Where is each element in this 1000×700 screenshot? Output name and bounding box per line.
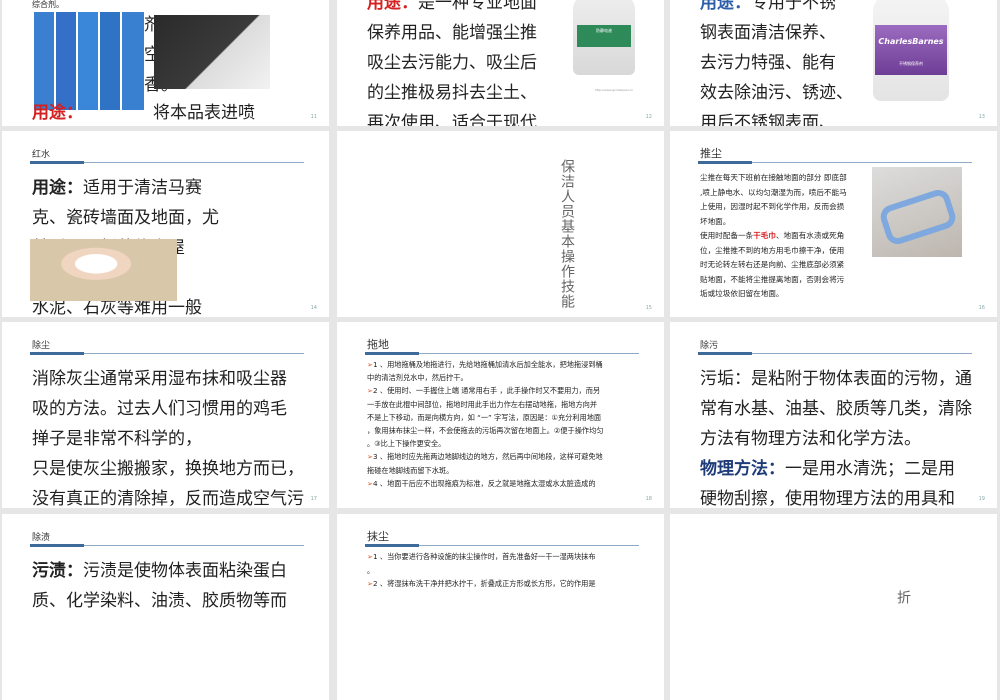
slide-thumbnail-14[interactable]: 红水 用途：适用于清洁马赛 克、瓷砖墙面及地面，尤其适用于新装修房屋清洁残留在地… <box>2 131 329 317</box>
dust-mop-solution-bottle-image: 防静电液 <box>573 0 635 75</box>
slide-text: 消除灰尘通常采用湿布抹和吸尘器 吸的方法。过去人们习惯用的鸡毛 掸子是非常不科学的，… <box>32 369 304 508</box>
slide-thumbnail-13[interactable]: 用途：专用于不锈 钢表面清洁保养、 去污力特强、能有 效去除油污、锈迹、 用后不锈钢表… <box>670 0 997 126</box>
slide-title: 拖地 <box>367 338 389 351</box>
slide-thumbnail-16[interactable]: 推尘 尘推在每天下班前在接触地面的部分 即底部 ,喷上静电水、以均匀潮湿为而，喷后… <box>670 131 997 317</box>
slide-title: 除尘 <box>32 341 51 351</box>
slide-number: 14 <box>310 305 317 311</box>
slide-text: 污渍：污渍是使物体表面粘染蛋白 质、化学染料、油渍、胶质物等而 <box>32 561 287 611</box>
title-underline <box>698 161 972 164</box>
list-line: ➢4 、地面干后应不出现拖痕为标准，反之就是地拖太湿或水太脏造成的 <box>367 478 596 488</box>
slide-thumbnail-12[interactable]: 用途：是一种专业地面 保养用品、能增强尘推 吸尘去污能力、吸尘后 的尘推极易抖去尘土… <box>337 0 664 126</box>
slide-text: ➢1 、用地拖桶及地拖进行，先给地拖桶加清水后加全能水，把地拖浸到桶 中的清洁剂兑… <box>367 358 603 490</box>
slide-title: 除渍 <box>32 533 51 543</box>
list-line: 拖碰在地脚线而留下水斑。 <box>367 465 454 475</box>
slide-thumbnail-19[interactable]: 除污 污垢：是粘附于物体表面的污物，通 常有水基、油基、胶质等几类，清除 方法有物理… <box>670 322 997 508</box>
stainless-steel-cleaner-bottle-image: CharlesBarnes 不锈钢保养剂 <box>873 0 949 101</box>
list-line: ➢2 、将湿抹布洗干净并把水拧干，折叠成正方形或长方形，它的作用是 <box>367 579 596 588</box>
slide-number: 19 <box>978 496 985 502</box>
title-underline <box>30 544 304 547</box>
title-underline <box>30 352 304 355</box>
title-underline <box>698 352 972 355</box>
dust-mop-image <box>872 167 962 257</box>
slide-number: 16 <box>978 305 985 311</box>
slide-thumbnail-21[interactable]: 抹尘 ➢1 、当你要进行各种设施的抹尘操作时，首先准备好一干一湿两块抹布。 ➢2 … <box>337 514 664 700</box>
slide-thumbnail-22[interactable]: 折 <box>670 514 997 700</box>
slide-number: 18 <box>645 496 652 502</box>
slide-number: 15 <box>645 305 652 311</box>
slide-number: 17 <box>310 496 317 502</box>
slide-title: 红水 <box>32 150 51 160</box>
slide-text: 用途： 将本品表进喷 <box>32 103 255 123</box>
list-line: 中的清洁剂兑水中，然后拧干。 <box>367 373 468 383</box>
slide-thumbnail-15[interactable]: 保洁人员基本操作技能 15 <box>337 131 664 317</box>
title-underline <box>365 352 639 355</box>
hand-wiping-wall-image <box>30 239 177 301</box>
slide-text: 用途：专用于不锈 钢表面清洁保养、 去污力特强、能有 效去除油污、锈迹、 用后不锈钢表… <box>700 0 853 126</box>
list-line: 。 <box>367 565 375 575</box>
list-line: ，象用抹布抹尘一样，不会使拖去的污垢再次留在地面上。②便于操作均匀 <box>367 426 604 436</box>
slide-number: 12 <box>645 114 652 120</box>
image-caption: http://www.gzmalipeer.cn <box>595 88 634 92</box>
section-title: 保洁人员基本操作技能 <box>559 159 575 309</box>
slide-thumbnail-17[interactable]: 除尘 消除灰尘通常采用湿布抹和吸尘器 吸的方法。过去人们习惯用的鸡毛 掸子是非常不科… <box>2 322 329 508</box>
spray-can-image <box>154 15 270 89</box>
slide-title: 推尘 <box>700 147 722 160</box>
list-line: 。③比上下操作更安全。 <box>367 439 446 449</box>
slide-text: ➢1 、当你要进行各种设施的抹尘操作时，首先准备好一干一湿两块抹布。 ➢2 、将湿… <box>367 550 596 591</box>
list-line: 一手放在此棍中间部位，拖地时用此手出力作左右摆动地拖，拖地方向并 <box>367 399 598 409</box>
list-line: 不是上下移动，而是向横方向，如 “一” 字写法，原因是：①充分利用地面 <box>367 412 602 422</box>
list-line: ➢2 、使用时、一手握住上端 通常用右手 ，此手操作时又不要用力，而另 <box>367 386 601 396</box>
slide-thumbnail-11[interactable]: 综合剂。 剂空香。 用途：将本品表进喷 11 <box>2 0 329 126</box>
title-underline <box>365 544 639 547</box>
air-freshener-cans-image <box>34 12 144 110</box>
slide-title: 除污 <box>700 341 719 351</box>
slide-text: 综合剂。 <box>32 0 64 9</box>
list-line: ➢1 、用地拖桶及地拖进行，先给地拖桶加清水后加全能水，把地拖浸到桶 <box>367 360 603 369</box>
slide-thumbnail-20[interactable]: 除渍 污渍：污渍是使物体表面粘染蛋白 质、化学染料、油渍、胶质物等而 <box>2 514 329 700</box>
section-title: 折 <box>895 590 911 605</box>
list-line: ➢3 、拖地时应先拖两边地脚线边的地方，然后再中间地段，这样可避免地 <box>367 452 603 462</box>
slide-number: 13 <box>978 114 985 120</box>
slide-title: 抹尘 <box>367 530 389 543</box>
slide-number: 11 <box>310 114 317 120</box>
list-line: ➢1 、当你要进行各种设施的抹尘操作时，首先准备好一干一湿两块抹布 <box>367 552 596 561</box>
slide-thumbnail-18[interactable]: 拖地 ➢1 、用地拖桶及地拖进行，先给地拖桶加清水后加全能水，把地拖浸到桶 中的清… <box>337 322 664 508</box>
slide-text: 尘推在每天下班前在接触地面的部分 即底部 ,喷上静电水、以均匀潮湿为而，喷后不能马… <box>700 173 847 298</box>
title-underline <box>30 161 304 164</box>
slide-text: 用途：是一种专业地面 保养用品、能增强尘推 吸尘去污能力、吸尘后 的尘推极易抖去尘土… <box>367 0 537 126</box>
slide-text: 污垢：是粘附于物体表面的污物，通 常有水基、油基、胶质等几类，清除 方法有物理方法和… <box>700 369 972 508</box>
